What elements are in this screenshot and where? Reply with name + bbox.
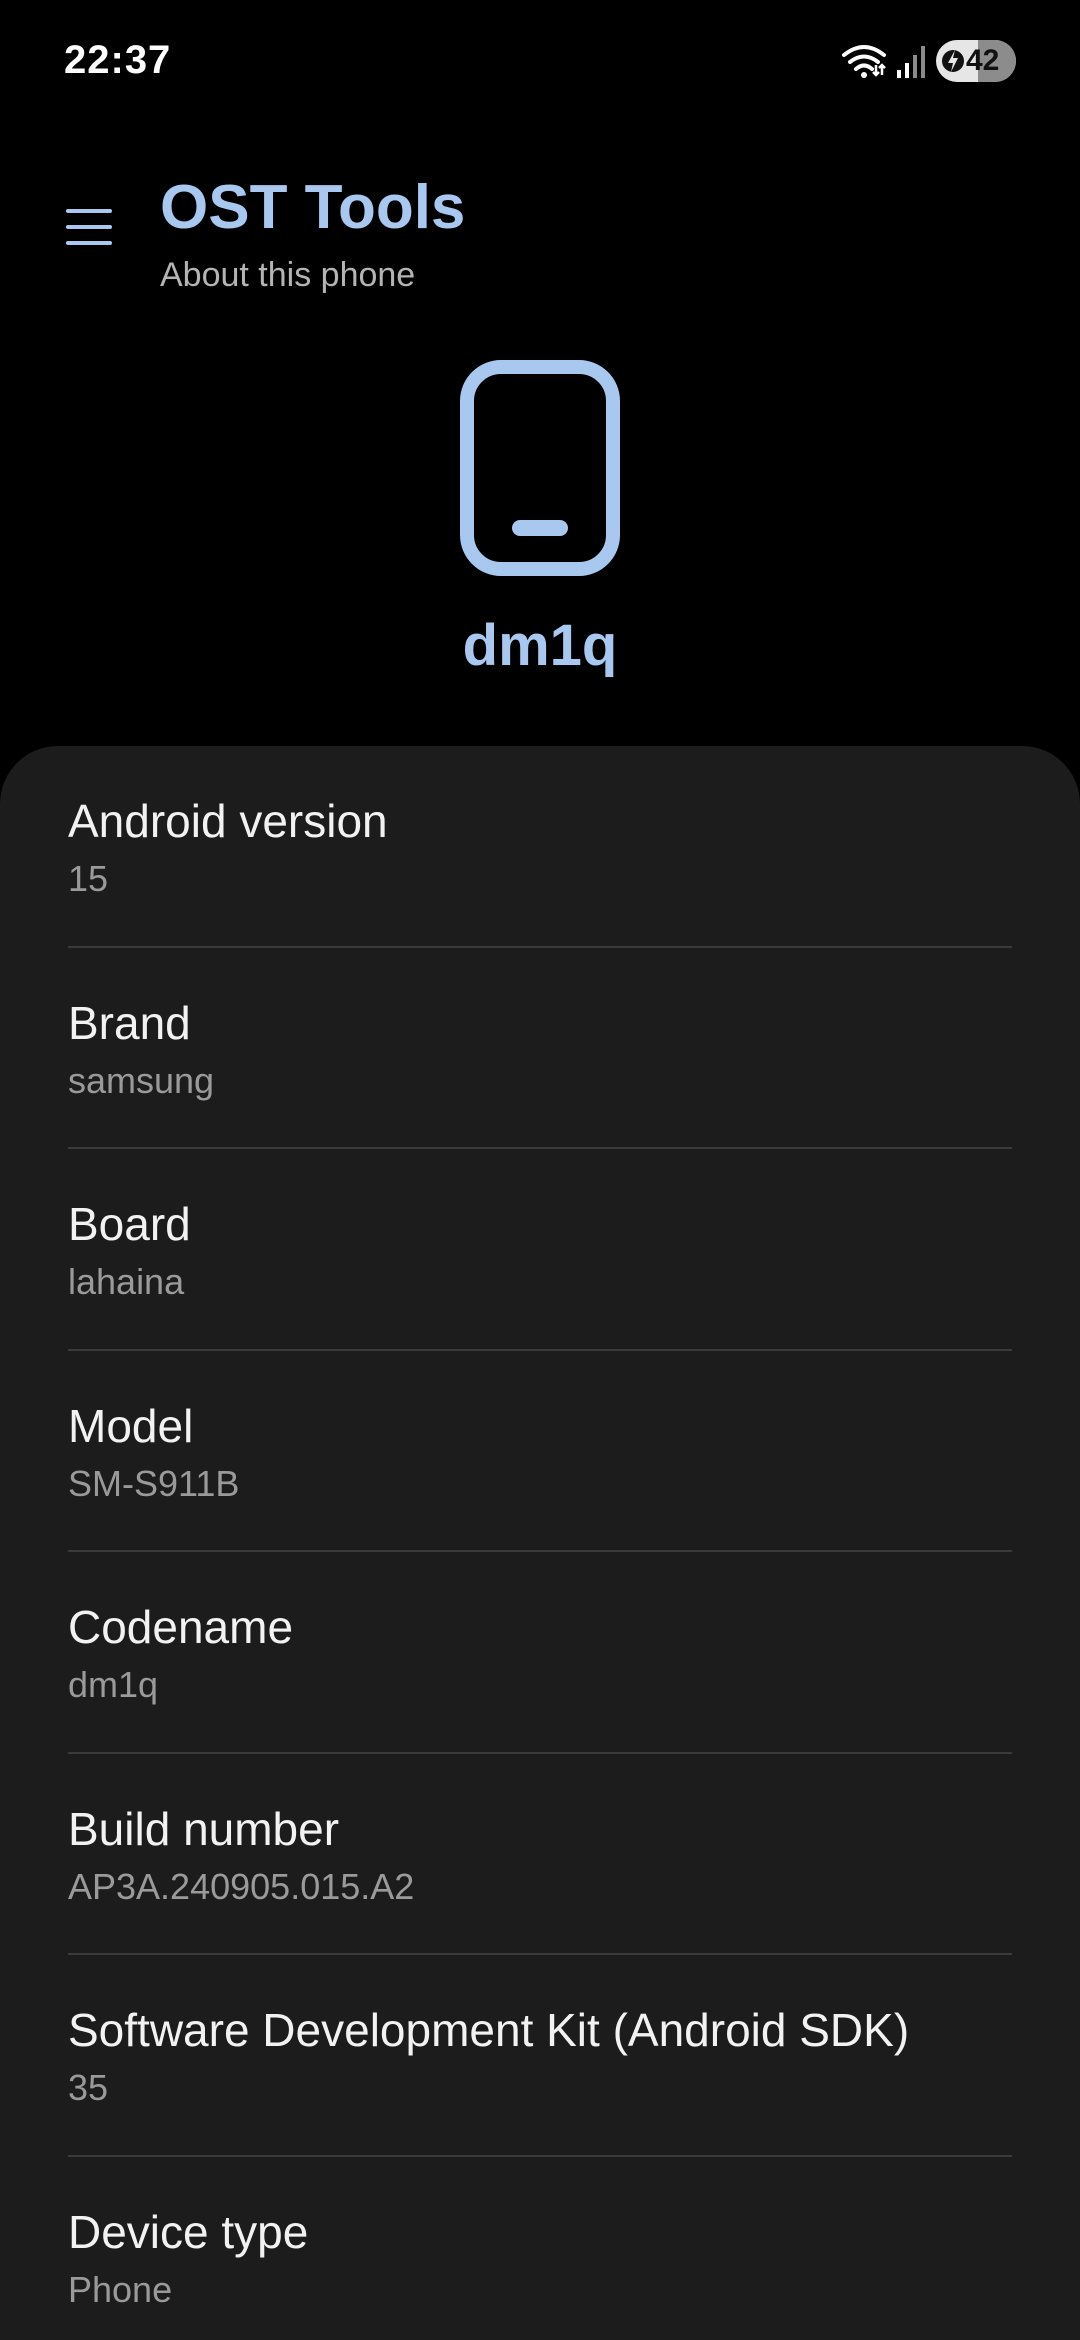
status-clock: 22:37: [64, 38, 172, 82]
about-phone-screen: 22:37 42 OST Tools About this phone dm1q…: [0, 0, 1080, 2340]
info-label: Codename: [68, 1601, 294, 1653]
status-icons: 42: [842, 40, 1016, 82]
info-item-android-version[interactable]: Android version 15: [68, 746, 1012, 948]
info-label: Device type: [68, 2205, 309, 2258]
info-label: Brand: [68, 996, 191, 1049]
info-item-codename[interactable]: Codename dm1q: [68, 1552, 1012, 1754]
info-item-model[interactable]: Model SM-S911B: [68, 1351, 1012, 1552]
info-item-device-type[interactable]: Device type Phone: [68, 2157, 1012, 2340]
device-info-card: Android version 15 Brand samsung Board l…: [0, 746, 1080, 2340]
wifi-icon: [842, 43, 886, 79]
device-name: dm1q: [462, 613, 618, 678]
smartphone-icon: [460, 360, 620, 576]
info-value: SM-S911B: [68, 1462, 240, 1504]
cellular-signal-icon: [896, 44, 926, 78]
device-info-list: Android version 15 Brand samsung Board l…: [68, 746, 1012, 2340]
info-value: 15: [68, 858, 109, 899]
page-subtitle: About this phone: [160, 256, 416, 294]
battery-percentage: 42: [966, 44, 1000, 77]
app-title: OST Tools: [160, 173, 466, 242]
info-value: AP3A.240905.015.A2: [68, 1865, 415, 1907]
info-value: samsung: [68, 1059, 215, 1101]
info-value: dm1q: [68, 1664, 159, 1705]
info-label: Android version: [68, 795, 388, 847]
charging-bolt-icon: [942, 46, 964, 76]
info-item-brand[interactable]: Brand samsung: [68, 948, 1012, 1149]
battery-indicator: 42: [936, 40, 1016, 82]
info-value: lahaina: [68, 1261, 185, 1302]
info-item-board[interactable]: Board lahaina: [68, 1149, 1012, 1351]
info-item-android-sdk[interactable]: Software Development Kit (Android SDK) 3…: [68, 1955, 1012, 2157]
info-value: Phone: [68, 2268, 173, 2310]
info-value: 35: [68, 2067, 109, 2108]
hamburger-menu-icon: [66, 207, 112, 252]
info-label: Board: [68, 1198, 191, 1250]
info-item-build-number[interactable]: Build number AP3A.240905.015.A2: [68, 1754, 1012, 1955]
info-label: Build number: [68, 1802, 340, 1855]
hamburger-menu-button[interactable]: [56, 196, 122, 262]
info-label: Model: [68, 1399, 194, 1452]
info-label: Software Development Kit (Android SDK): [68, 2004, 910, 2056]
status-bar: 22:37 42: [0, 0, 1080, 120]
